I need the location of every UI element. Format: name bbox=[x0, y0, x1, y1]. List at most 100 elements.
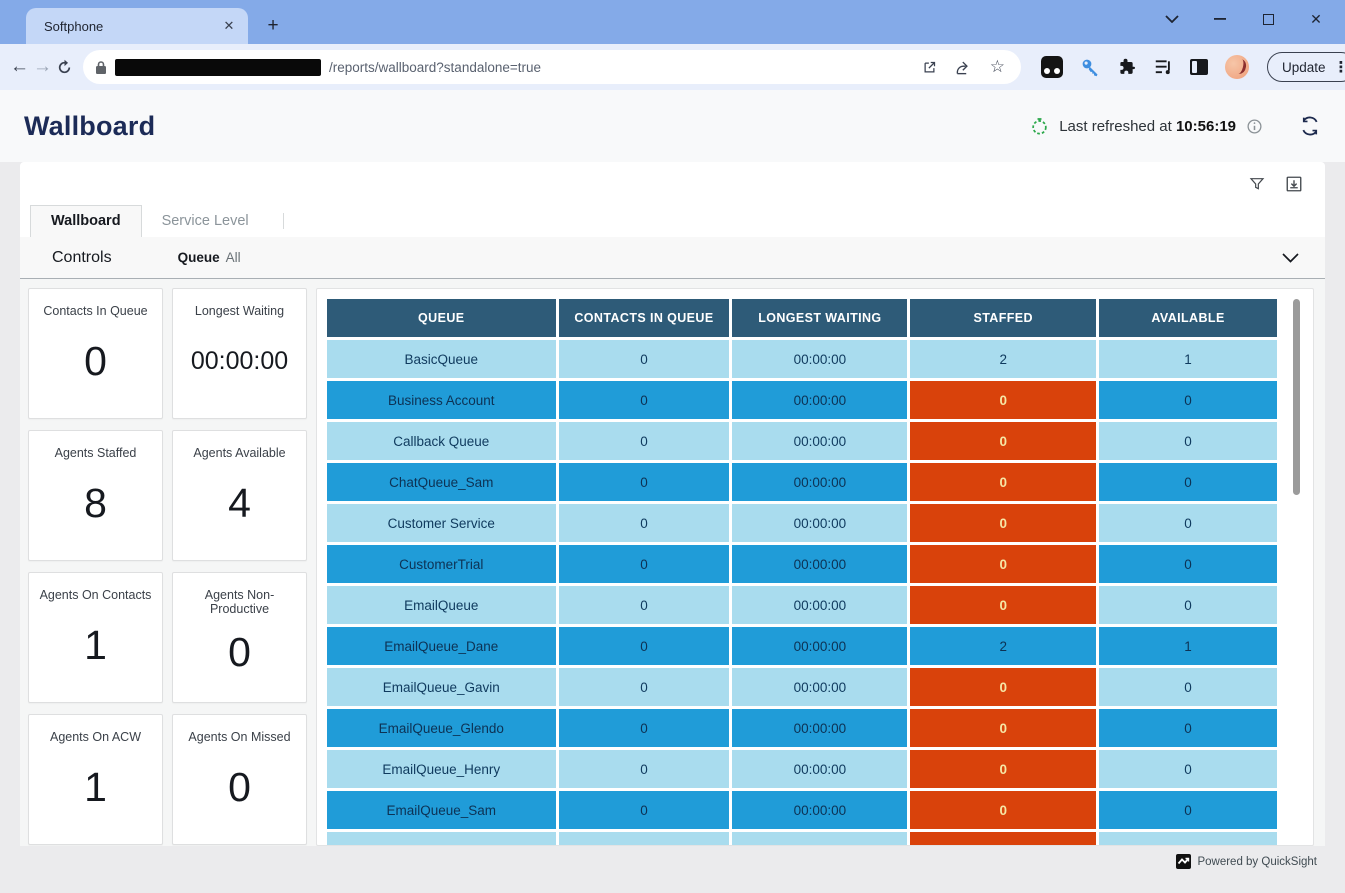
table-row[interactable]: EmailQueue_Sam000:00:0000 bbox=[327, 791, 1277, 829]
table-row[interactable]: 000:00:0000 bbox=[327, 832, 1277, 846]
queue-name-cell: EmailQueue_Sam bbox=[327, 791, 556, 829]
queue-name-cell: EmailQueue_Dane bbox=[327, 627, 556, 665]
queue-name-cell: EmailQueue_Glendo bbox=[327, 709, 556, 747]
column-header: QUEUE bbox=[327, 299, 556, 337]
close-button[interactable]: ✕ bbox=[1305, 8, 1327, 30]
staffed-cell: 0 bbox=[910, 381, 1096, 419]
table-row[interactable]: Callback Queue000:00:0000 bbox=[327, 422, 1277, 460]
column-header: LONGEST WAITING bbox=[732, 299, 907, 337]
share-icon[interactable] bbox=[955, 60, 972, 75]
available-cell: 1 bbox=[1099, 627, 1277, 665]
available-cell: 0 bbox=[1099, 381, 1277, 419]
reload-icon[interactable] bbox=[56, 52, 73, 82]
table-row[interactable]: ChatQueue_Sam000:00:0000 bbox=[327, 463, 1277, 501]
queue-name-cell: CustomerTrial bbox=[327, 545, 556, 583]
export-icon[interactable] bbox=[1285, 175, 1303, 193]
new-tab-button[interactable]: + bbox=[260, 13, 286, 39]
chevron-down-icon[interactable] bbox=[1161, 8, 1183, 30]
tab-queue-icon[interactable] bbox=[1154, 59, 1173, 76]
queue-filter[interactable]: QueueAll bbox=[178, 250, 241, 265]
staffed-cell: 0 bbox=[910, 832, 1096, 846]
table-row[interactable]: EmailQueue000:00:0000 bbox=[327, 586, 1277, 624]
kpi-label: Agents On ACW bbox=[44, 730, 147, 744]
page-title: Wallboard bbox=[24, 111, 155, 142]
contacts-in-queue-cell: 0 bbox=[559, 709, 730, 747]
side-panel-icon[interactable] bbox=[1190, 59, 1208, 75]
queue-name-cell: EmailQueue_Gavin bbox=[327, 668, 556, 706]
refresh-button[interactable] bbox=[1299, 116, 1321, 136]
queue-name-cell: EmailQueue bbox=[327, 586, 556, 624]
available-cell: 0 bbox=[1099, 586, 1277, 624]
tab-wallboard[interactable]: Wallboard bbox=[30, 205, 142, 237]
table-row[interactable]: Business Account000:00:0000 bbox=[327, 381, 1277, 419]
open-in-new-icon[interactable] bbox=[922, 60, 937, 75]
tab-service-level[interactable]: Service Level bbox=[142, 206, 269, 237]
table-row[interactable]: Customer Service000:00:0000 bbox=[327, 504, 1277, 542]
update-label: Update bbox=[1282, 60, 1326, 75]
available-cell: 0 bbox=[1099, 668, 1277, 706]
minimize-button[interactable] bbox=[1209, 8, 1231, 30]
staffed-cell: 2 bbox=[910, 627, 1096, 665]
key-icon[interactable] bbox=[1080, 57, 1101, 78]
bookmark-star-icon[interactable]: ☆ bbox=[990, 57, 1005, 77]
queue-table: QUEUECONTACTS IN QUEUELONGEST WAITINGSTA… bbox=[327, 299, 1277, 846]
page-footer: Powered by QuickSight bbox=[0, 846, 1345, 893]
column-header: STAFFED bbox=[910, 299, 1096, 337]
last-refreshed-time: 10:56:19 bbox=[1176, 118, 1236, 135]
maximize-button[interactable] bbox=[1257, 8, 1279, 30]
column-header: CONTACTS IN QUEUE bbox=[559, 299, 730, 337]
quicksight-logo-icon bbox=[1176, 854, 1191, 869]
staffed-cell: 0 bbox=[910, 709, 1096, 747]
contacts-in-queue-cell: 0 bbox=[559, 668, 730, 706]
back-icon[interactable]: ← bbox=[10, 52, 29, 82]
kpi-label: Agents Non-Productive bbox=[173, 588, 306, 616]
contacts-in-queue-cell: 0 bbox=[559, 586, 730, 624]
extension-dark-icon[interactable] bbox=[1041, 56, 1063, 78]
controls-collapse-chevron-icon[interactable] bbox=[1282, 253, 1299, 263]
browser-tab[interactable]: Softphone ✕ bbox=[26, 8, 248, 44]
queue-name-cell: ChatQueue_Sam bbox=[327, 463, 556, 501]
longest-waiting-cell: 00:00:00 bbox=[732, 791, 907, 829]
table-row[interactable]: EmailQueue_Henry000:00:0000 bbox=[327, 750, 1277, 788]
address-bar[interactable]: /reports/wallboard?standalone=true ☆ bbox=[83, 50, 1021, 84]
table-row[interactable]: EmailQueue_Dane000:00:0021 bbox=[327, 627, 1277, 665]
longest-waiting-cell: 00:00:00 bbox=[732, 422, 907, 460]
dashboard-toolbar bbox=[20, 162, 1325, 206]
dashboard-sheet: Contacts In Queue0Longest Waiting00:00:0… bbox=[20, 279, 1325, 846]
available-cell: 0 bbox=[1099, 832, 1277, 846]
kpi-label: Agents On Missed bbox=[182, 730, 296, 744]
table-row[interactable]: EmailQueue_Glendo000:00:0000 bbox=[327, 709, 1277, 747]
tab-close-icon[interactable]: ✕ bbox=[220, 17, 238, 35]
auto-refresh-timer-icon bbox=[1030, 117, 1049, 136]
queue-table-panel: QUEUECONTACTS IN QUEUELONGEST WAITINGSTA… bbox=[316, 288, 1314, 846]
longest-waiting-cell: 00:00:00 bbox=[732, 504, 907, 542]
wallboard-page: Wallboard Last refreshed at 10:56:19 bbox=[0, 90, 1345, 893]
table-row[interactable]: CustomerTrial000:00:0000 bbox=[327, 545, 1277, 583]
contacts-in-queue-cell: 0 bbox=[559, 545, 730, 583]
kpi-card: Agents Non-Productive0 bbox=[172, 572, 307, 703]
table-row[interactable]: BasicQueue000:00:0021 bbox=[327, 340, 1277, 378]
window-controls: ✕ bbox=[1161, 0, 1337, 38]
staffed-cell: 0 bbox=[910, 463, 1096, 501]
forward-icon[interactable]: → bbox=[33, 52, 52, 82]
queue-name-cell: Customer Service bbox=[327, 504, 556, 542]
controls-label: Controls bbox=[52, 249, 112, 267]
available-cell: 1 bbox=[1099, 340, 1277, 378]
profile-avatar[interactable] bbox=[1225, 55, 1249, 79]
longest-waiting-cell: 00:00:00 bbox=[732, 627, 907, 665]
table-scrollbar[interactable] bbox=[1293, 299, 1300, 495]
table-row[interactable]: EmailQueue_Gavin000:00:0000 bbox=[327, 668, 1277, 706]
kpi-card: Longest Waiting00:00:00 bbox=[172, 288, 307, 419]
browser-menu-icon[interactable]: ⋮ bbox=[1334, 58, 1345, 76]
update-button[interactable]: Update ⋮ bbox=[1267, 52, 1345, 82]
browser-tab-title: Softphone bbox=[44, 19, 220, 34]
table-header-row: QUEUECONTACTS IN QUEUELONGEST WAITINGSTA… bbox=[327, 299, 1277, 337]
contacts-in-queue-cell: 0 bbox=[559, 340, 730, 378]
extensions-puzzle-icon[interactable] bbox=[1118, 58, 1137, 77]
available-cell: 0 bbox=[1099, 545, 1277, 583]
info-icon[interactable] bbox=[1246, 118, 1263, 135]
staffed-cell: 0 bbox=[910, 668, 1096, 706]
last-refreshed-label: Last refreshed at bbox=[1059, 118, 1172, 135]
kpi-value: 0 bbox=[228, 744, 251, 844]
filter-icon[interactable] bbox=[1249, 176, 1265, 192]
